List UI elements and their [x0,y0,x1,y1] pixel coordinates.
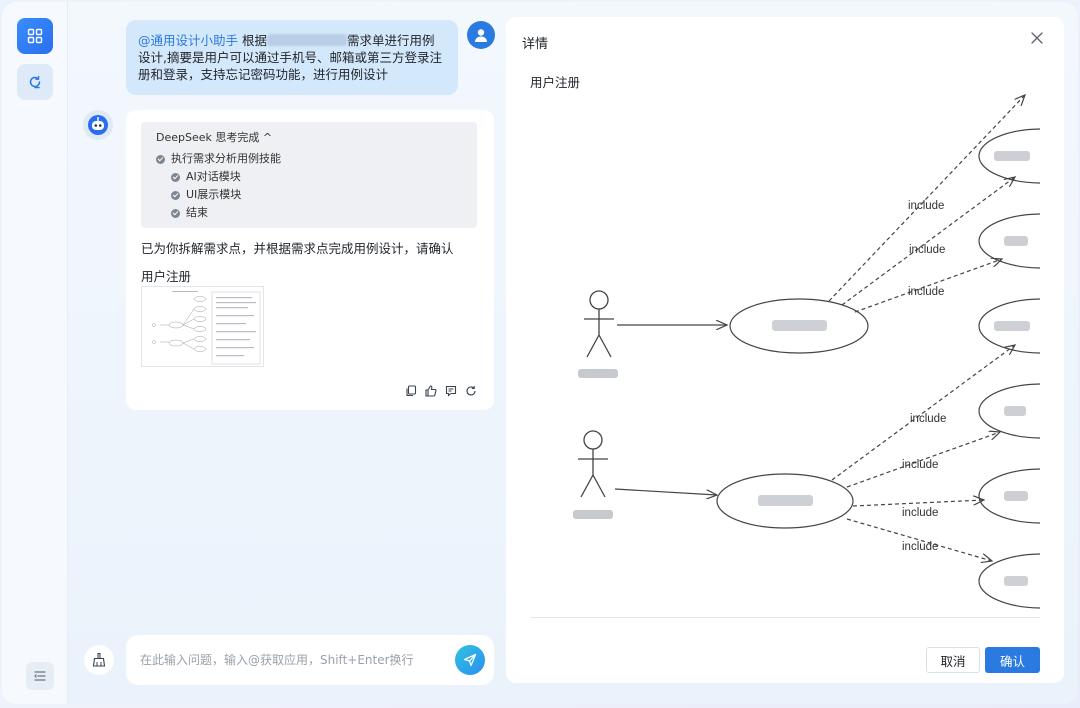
copy-button[interactable] [404,384,418,398]
message-actions [404,384,478,398]
broom-icon [92,652,106,667]
thinking-panel: DeepSeek 思考完成 ^ 执行需求分析用例技能 AI对话模块 UI展示模块… [141,122,477,228]
chat-input[interactable] [140,651,450,669]
user-message-text-1: 根据 [238,33,267,48]
grid-icon [27,28,43,44]
thumbs-up-icon [425,385,437,397]
actor-admin [584,290,614,358]
send-button[interactable] [455,645,485,675]
chat-input-box [126,635,494,685]
check-icon [171,190,180,200]
bot-reply-text: 已为你拆解需求点，并根据需求点完成用例设计，请确认 [141,241,454,256]
confirm-button[interactable]: 确认 [985,647,1040,673]
collapse-menu-icon [34,671,46,681]
close-button[interactable] [1028,29,1046,47]
thinking-toggle[interactable]: DeepSeek 思考完成 ^ [156,130,462,146]
regenerate-button[interactable] [464,384,478,398]
feedback-button[interactable] [444,384,458,398]
detail-panel: 详情 用户注册 include include include include … [506,17,1064,683]
send-icon [463,653,477,667]
include-label: include [909,244,945,256]
thumbnail-preview [152,291,261,365]
bot-avatar [83,110,113,140]
thinking-step-label: AI对话模块 [186,170,241,183]
robot-icon [88,115,108,135]
check-icon [171,208,180,218]
sidebar [2,2,68,704]
like-button[interactable] [424,384,438,398]
thinking-step-label: 执行需求分析用例技能 [171,152,281,165]
include-label: include [902,459,938,471]
detail-title: 详情 [522,37,549,52]
copy-icon [406,385,417,397]
detail-divider [530,617,1040,618]
user-icon [475,29,487,42]
include-label: include [902,541,938,553]
redacted-text [267,34,347,46]
cancel-button[interactable]: 取消 [926,647,980,673]
include-label: include [902,507,938,519]
diagram-thumbnail[interactable] [141,286,264,367]
include-label: include [910,413,946,425]
check-icon [156,154,165,164]
include-label: include [908,286,944,298]
attachment-label: 用户注册 [141,269,192,284]
thinking-step-label: UI展示模块 [186,188,242,201]
actor-developer [578,430,608,498]
thinking-step: UI展示模块 [156,186,462,204]
include-label: include [908,200,944,212]
user-avatar [467,21,495,49]
thinking-step: 执行需求分析用例技能 [156,150,462,168]
clear-chat-button[interactable] [84,645,114,675]
check-icon [171,172,180,182]
refresh-chat-icon [29,75,41,89]
mention-link[interactable]: @通用设计小助手 [138,33,238,48]
use-case-diagram: include include include include include … [573,87,1040,609]
thinking-step: AI对话模块 [156,168,462,186]
user-message-bubble: @通用设计小助手 根据 需求单进行用例设计,摘要是用户可以通过手机号、邮箱或第三方… [126,20,458,95]
thinking-step: 结束 [156,204,462,222]
apps-button[interactable] [17,18,53,54]
thinking-step-label: 结束 [186,206,208,219]
collapse-sidebar-button[interactable] [26,662,54,690]
new-chat-button[interactable] [17,64,53,100]
bot-message-card: DeepSeek 思考完成 ^ 执行需求分析用例技能 AI对话模块 UI展示模块… [126,110,494,410]
close-icon [1031,32,1043,44]
refresh-icon [466,386,476,396]
comment-icon [445,385,457,397]
